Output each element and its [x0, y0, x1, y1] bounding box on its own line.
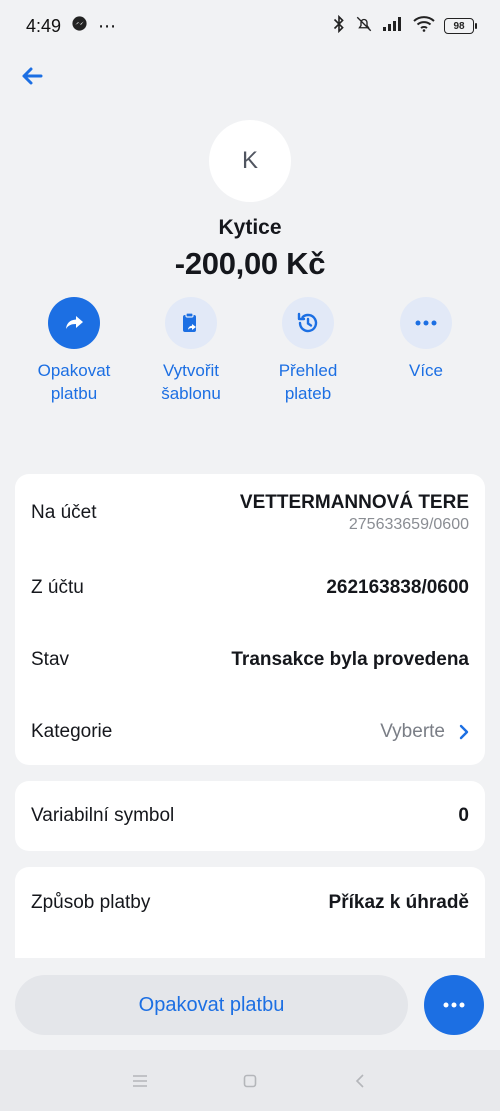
status-bar: 4:49 ⋯ 98	[0, 0, 500, 52]
merchant-name: Kytice	[218, 216, 282, 239]
status-time: 4:49	[26, 15, 62, 36]
more-dots-icon	[415, 320, 437, 326]
more-action[interactable]: Více	[366, 297, 486, 382]
variable-symbol-row: Variabilní symbol 0	[15, 781, 485, 851]
payment-method-label: Způsob platby	[31, 892, 151, 913]
payment-method-value: Příkaz k úhradě	[328, 892, 469, 913]
details-card: Na účet VETTERMANNOVÁ TERE 275633659/060…	[15, 474, 485, 765]
back-button[interactable]	[14, 58, 50, 94]
chevron-right-icon	[459, 724, 469, 740]
to-account-name: VETTERMANNOVÁ TERE	[239, 492, 469, 513]
more-dots-icon	[443, 1002, 465, 1008]
status-row: Stav Transakce byla provedena	[15, 624, 485, 696]
more-options-button[interactable]	[424, 975, 484, 1035]
create-template-label: Vytvořit šablonu	[161, 361, 221, 403]
more-notifications-icon: ⋯	[98, 15, 118, 36]
category-row[interactable]: Kategorie Vyberte	[15, 696, 485, 768]
create-template-action[interactable]: Vytvořit šablonu	[131, 297, 251, 405]
category-select[interactable]: Vyberte	[380, 721, 469, 743]
home-square-icon	[243, 1074, 257, 1087]
avatar: K	[209, 120, 291, 202]
status-label: Stav	[31, 649, 70, 670]
to-account-number: 275633659/0600	[348, 516, 469, 533]
repeat-payment-circle[interactable]	[48, 297, 100, 349]
more-action-label: Více	[408, 361, 444, 380]
wifi-icon	[413, 15, 435, 37]
more-action-circle[interactable]	[400, 297, 452, 349]
battery-indicator: 98	[444, 18, 477, 34]
messenger-icon	[71, 15, 88, 37]
chevron-left-icon	[355, 1073, 364, 1088]
variable-symbol-value: 0	[458, 805, 469, 826]
repeat-payment-button[interactable]: Opakovat platbu	[15, 975, 408, 1035]
status-value: Transakce byla provedena	[231, 649, 469, 670]
symbols-card: Variabilní symbol 0	[15, 781, 485, 851]
bluetooth-icon	[332, 14, 346, 38]
to-account-label: Na účet	[31, 502, 97, 523]
category-value: Vyberte	[380, 721, 445, 742]
repeat-payment-action[interactable]: Opakovat platbu	[14, 297, 134, 405]
from-account-label: Z účtu	[31, 577, 84, 598]
create-template-circle[interactable]	[165, 297, 217, 349]
system-nav-bar	[0, 1050, 500, 1111]
share-forward-icon	[66, 316, 83, 329]
clipboard-template-icon	[183, 312, 196, 332]
category-label: Kategorie	[31, 721, 113, 742]
arrow-left-icon	[22, 67, 43, 85]
payment-overview-label: Přehled plateb	[278, 361, 338, 403]
action-row: Opakovat platbu Vytvořit šablonu Přehled…	[0, 297, 500, 417]
history-icon	[297, 312, 318, 333]
payment-overview-circle[interactable]	[282, 297, 334, 349]
mute-bell-icon	[355, 15, 373, 38]
recent-apps-button[interactable]	[85, 1050, 195, 1111]
home-button[interactable]	[195, 1050, 305, 1111]
status-right: 98	[332, 14, 477, 38]
from-account-row: Z účtu 262163838/0600	[15, 552, 485, 624]
system-back-button[interactable]	[305, 1050, 415, 1111]
to-account-value: VETTERMANNOVÁ TERE 275633659/0600	[240, 492, 469, 534]
to-account-row: Na účet VETTERMANNOVÁ TERE 275633659/060…	[15, 474, 485, 552]
payment-overview-action[interactable]: Přehled plateb	[248, 297, 368, 405]
payment-method-row: Způsob platby Příkaz k úhradě	[15, 867, 485, 939]
from-account-number: 262163838/0600	[326, 577, 469, 598]
variable-symbol-label: Variabilní symbol	[31, 805, 175, 826]
status-left: 4:49 ⋯	[26, 15, 117, 37]
menu-lines-icon	[133, 1074, 147, 1087]
repeat-payment-label: Opakovat platbu	[37, 361, 111, 403]
signal-icon	[382, 16, 404, 37]
transaction-amount: -200,00 Kč	[174, 246, 326, 281]
